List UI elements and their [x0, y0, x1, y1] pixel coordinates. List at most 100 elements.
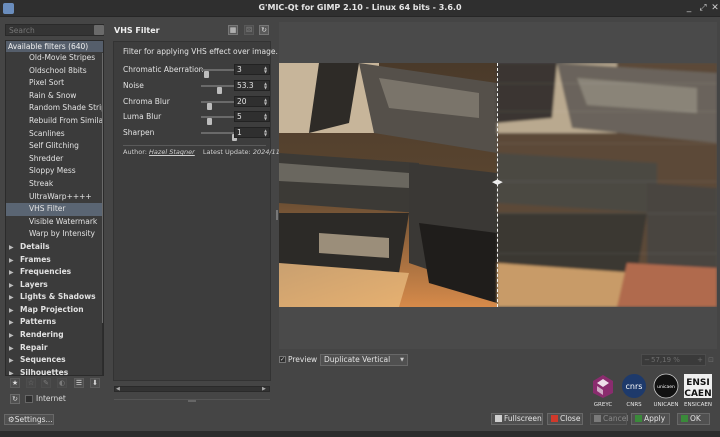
param-spinbox[interactable]: 3 ▲ ▼ [234, 64, 270, 75]
params-scrollbar[interactable]: ◀ ▶ [114, 386, 270, 392]
tree-folder[interactable]: ▶ Silhouettes [6, 367, 103, 375]
randomize-icon[interactable]: ⚄ [244, 25, 254, 35]
tree-filter-item[interactable]: Pixel Sort [6, 77, 103, 90]
slider-handle[interactable] [217, 87, 222, 94]
tree-filter-item[interactable]: Scanlines [6, 128, 103, 141]
zoom-out-icon[interactable]: − [643, 354, 651, 366]
spin-arrows-icon[interactable]: ▲ ▼ [263, 66, 268, 74]
tree-filter-item[interactable]: Sloppy Mess [6, 165, 103, 178]
preview-checkbox[interactable]: ✓ [279, 356, 286, 363]
unicaen-logo[interactable]: unicaen UNICAEN [651, 373, 681, 408]
chevron-right-icon[interactable]: ▶ [9, 242, 20, 254]
author-link[interactable]: Hazel Stagner [149, 148, 195, 156]
tree-folder[interactable]: ▶ Map Projection [6, 304, 103, 317]
chevron-right-icon[interactable]: ▶ [9, 280, 20, 292]
tree-folder[interactable]: ▶ Rendering [6, 329, 103, 342]
param-slider[interactable] [201, 132, 237, 141]
param-slider[interactable] [201, 101, 237, 110]
slider-handle[interactable] [207, 103, 212, 110]
scrollbar-thumb[interactable] [102, 53, 103, 323]
tree-header[interactable]: Available filters (640) [6, 41, 103, 52]
maximize-icon[interactable]: ⤢ [697, 2, 709, 14]
chevron-right-icon[interactable]: ▶ [9, 317, 20, 329]
tree-folder[interactable]: ▶ Layers [6, 279, 103, 292]
list-icon[interactable]: ☰ [74, 378, 84, 388]
slider-handle[interactable] [207, 118, 212, 125]
tree-folder[interactable]: ▶ Lights & Shadows [6, 291, 103, 304]
param-row: Chroma Blur 20 ▲ ▼ [123, 96, 270, 110]
tree-filter-item[interactable]: Rain & Snow [6, 90, 103, 103]
search-clear-icon[interactable] [94, 25, 104, 35]
tree-scrollbar[interactable] [102, 53, 103, 375]
spin-arrows-icon[interactable]: ▲ ▼ [263, 82, 268, 90]
tree-filter-item[interactable]: Old-Movie Stripes [6, 52, 103, 65]
filter-tree[interactable]: Available filters (640) Old-Movie Stripe… [5, 40, 104, 376]
refresh-icon[interactable]: ↻ [10, 394, 20, 404]
rename-icon[interactable]: ✎ [41, 378, 51, 388]
zoom-in-icon[interactable]: + [696, 354, 704, 366]
split-mode-select[interactable]: Duplicate Vertical ▼ [320, 354, 408, 366]
ensicaen-logo[interactable]: ENSI CAEN ENSICAEN [683, 373, 713, 408]
param-spinbox[interactable]: 20 ▲ ▼ [234, 96, 270, 107]
chevron-right-icon[interactable]: ▶ [9, 305, 20, 317]
favorite-add-icon[interactable]: ★ [10, 378, 20, 388]
param-spinbox[interactable]: 1 ▲ ▼ [234, 127, 270, 138]
param-slider[interactable] [201, 69, 237, 78]
chevron-right-icon[interactable]: ▶ [9, 355, 20, 367]
param-spinbox[interactable]: 5 ▲ ▼ [234, 111, 270, 122]
tree-filter-item[interactable]: Oldschool 8bits [6, 65, 103, 78]
splitter-handle[interactable] [114, 399, 270, 402]
close-window-icon[interactable]: ✕ [709, 2, 720, 14]
reset-icon[interactable]: ↻ [259, 25, 269, 35]
favorite-remove-icon[interactable]: ☆ [26, 378, 36, 388]
minimize-icon[interactable]: _ [683, 2, 695, 14]
tree-filter-item[interactable]: Visible Watermark [6, 216, 103, 229]
spin-arrows-icon[interactable]: ▲ ▼ [263, 129, 268, 137]
search-input[interactable] [5, 24, 104, 36]
tree-filter-item[interactable]: Random Shade Strip [6, 102, 103, 115]
spin-arrows-icon[interactable]: ▲ ▼ [263, 113, 268, 121]
cnrs-logo[interactable]: cnrs CNRS [620, 373, 648, 408]
param-spinbox[interactable]: 53.3 ▲ ▼ [234, 80, 270, 91]
splitter-grip[interactable] [188, 400, 196, 402]
favorite-icon[interactable]: ▦ [228, 25, 238, 35]
tree-folder[interactable]: ▶ Repair [6, 342, 103, 355]
chevron-right-icon[interactable]: ▶ [9, 292, 20, 304]
tree-filter-item[interactable]: VHS Filter [6, 203, 103, 216]
tree-folder[interactable]: ▶ Sequences [6, 354, 103, 367]
ok-button[interactable]: OK [677, 413, 710, 425]
apply-button[interactable]: Apply [631, 413, 670, 425]
zoom-reset-icon[interactable]: ⊡ [707, 354, 715, 366]
chevron-right-icon[interactable]: ▶ [9, 267, 20, 279]
spin-arrows-icon[interactable]: ▲ ▼ [263, 98, 268, 106]
tree-folder[interactable]: ▶ Patterns [6, 316, 103, 329]
tree-filter-item[interactable]: Shredder [6, 153, 103, 166]
chevron-right-icon[interactable]: ▶ [9, 343, 20, 355]
tree-filter-item[interactable]: UltraWarp++++ [6, 191, 103, 204]
slider-handle[interactable] [204, 71, 209, 78]
download-icon[interactable]: ⬇ [90, 378, 100, 388]
param-slider[interactable] [201, 85, 237, 94]
tree-folder[interactable]: ▶ Details [6, 241, 103, 254]
chevron-right-icon[interactable]: ▶ [9, 330, 20, 342]
chevron-right-icon[interactable]: ▶ [9, 255, 20, 267]
tree-filter-item[interactable]: Self Glitching [6, 140, 103, 153]
settings-button[interactable]: ⚙Settings... [4, 414, 54, 425]
panel-splitter[interactable] [276, 210, 278, 220]
greyc-logo[interactable]: GREYC [589, 373, 617, 408]
tree-filter-item[interactable]: Warp by Intensity [6, 228, 103, 241]
fullscreen-button[interactable]: Fullscreen [491, 413, 543, 425]
visibility-icon[interactable]: ◐ [57, 378, 67, 388]
scroll-right-icon[interactable]: ▶ [262, 386, 268, 392]
tree-folder[interactable]: ▶ Frames [6, 254, 103, 267]
split-handle-icon[interactable]: ◀▶ [492, 178, 503, 186]
tree-filter-item[interactable]: Rebuild From Similar [6, 115, 103, 128]
internet-checkbox[interactable] [25, 395, 33, 403]
close-button[interactable]: Close [547, 413, 583, 425]
chevron-right-icon[interactable]: ▶ [9, 368, 20, 375]
tree-folder[interactable]: ▶ Frequencies [6, 266, 103, 279]
tree-filter-item[interactable]: Streak [6, 178, 103, 191]
param-slider[interactable] [201, 116, 237, 125]
scroll-left-icon[interactable]: ◀ [116, 386, 122, 392]
cancel-button[interactable]: Cancel [590, 413, 628, 425]
